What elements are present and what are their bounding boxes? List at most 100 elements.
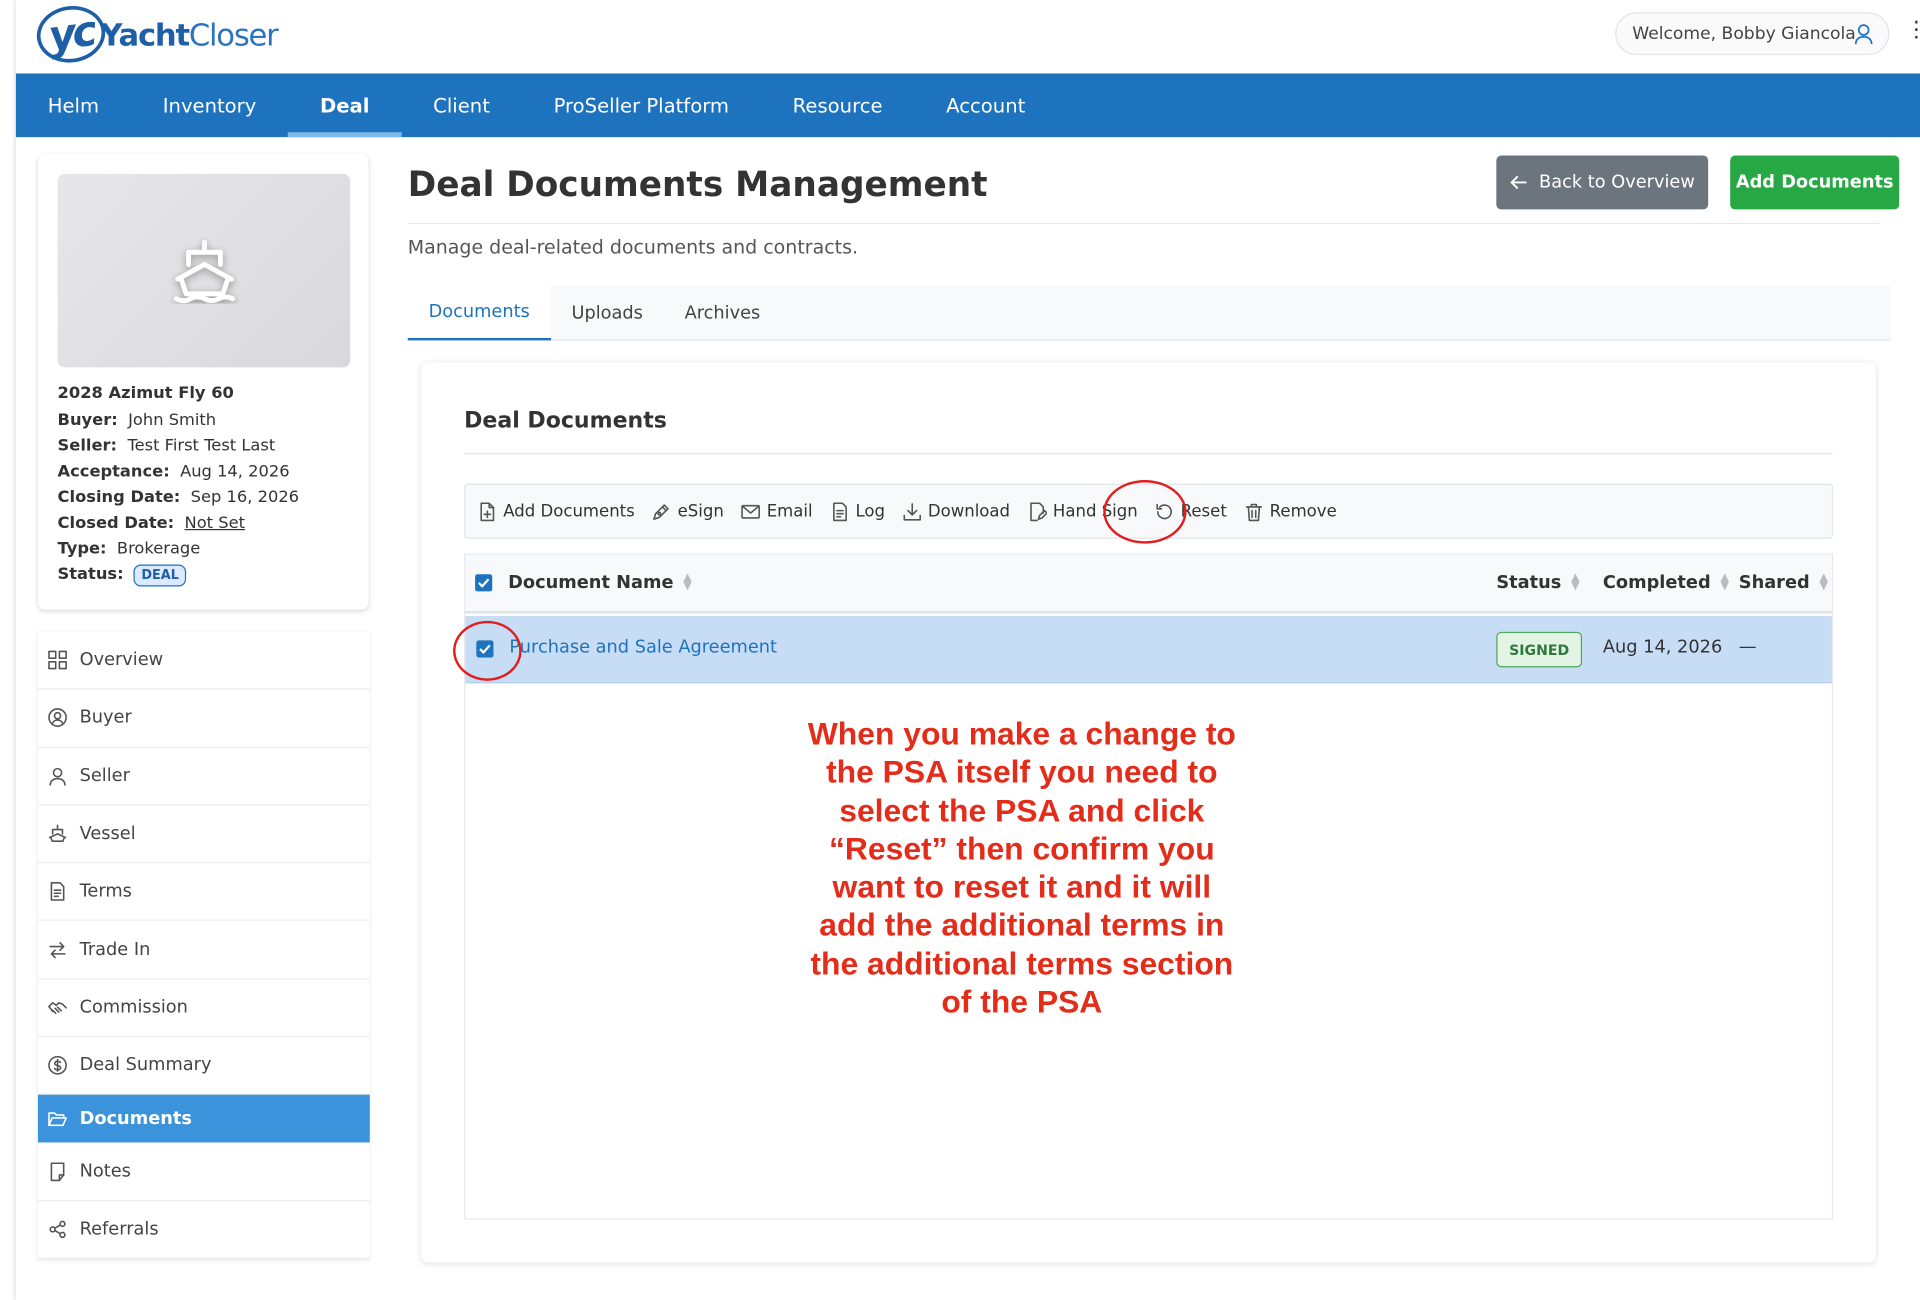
acceptance-detail: Acceptance: Aug 14, 2026 bbox=[57, 462, 290, 482]
table-header: Document Name ▲ ▼ Status ▲ ▼ Completed ▲ ▼ Sha… bbox=[465, 554, 1832, 614]
title-divider bbox=[407, 222, 1880, 225]
welcome-text: Welcome, Bobby Giancola bbox=[1632, 23, 1856, 44]
seller-detail: Seller: Test First Test Last bbox=[57, 437, 276, 456]
vessel-card: 2028 Azimut Fly 60 Buyer: John Smith Sel… bbox=[37, 154, 369, 610]
sidebar-item-vessel[interactable]: Vessel bbox=[37, 806, 370, 864]
document-link[interactable]: Purchase and Sale Agreement bbox=[509, 638, 777, 658]
yachtcloser-logo[interactable]: yc YachtCloser bbox=[33, 1, 279, 67]
checkbox-highlight-circle bbox=[453, 620, 522, 681]
toolbar-log-button[interactable]: Log bbox=[830, 501, 885, 521]
user-menu[interactable]: Welcome, Bobby Giancola bbox=[1615, 12, 1890, 56]
nav-item-deal[interactable]: Deal bbox=[288, 73, 402, 138]
column-document-name[interactable]: Document Name ▲ ▼ bbox=[508, 571, 692, 593]
main-nav: Helm Inventory Deal Client ProSeller Platfor… bbox=[15, 73, 1920, 138]
envelope-icon bbox=[741, 501, 767, 521]
shared-value: — bbox=[1738, 637, 1757, 658]
grid-icon bbox=[48, 650, 80, 670]
column-completed[interactable]: Completed ▲ ▼ bbox=[1603, 571, 1729, 593]
ship-icon bbox=[173, 240, 235, 304]
trash-icon bbox=[1244, 501, 1270, 521]
swap-icon bbox=[48, 940, 80, 960]
file-plus-icon bbox=[478, 501, 504, 521]
nav-item-inventory[interactable]: Inventory bbox=[131, 73, 288, 137]
share-icon bbox=[48, 1219, 80, 1239]
dollar-circle-icon bbox=[48, 1056, 80, 1076]
vessel-title: 2028 Azimut Fly 60 bbox=[57, 384, 234, 403]
folder-open-icon bbox=[48, 1109, 80, 1129]
toolbar-esign-button[interactable]: eSign bbox=[652, 501, 724, 521]
nav-item-helm[interactable]: Helm bbox=[16, 73, 131, 137]
sidebar-item-label: Deal Summary bbox=[79, 1055, 212, 1076]
annotation-line: want to reset it and it will bbox=[832, 868, 1212, 906]
sidebar-item-terms[interactable]: Terms bbox=[37, 863, 370, 922]
tab-documents[interactable]: Documents bbox=[407, 285, 551, 341]
toolbar-download-button[interactable]: Download bbox=[902, 501, 1010, 521]
download-icon bbox=[902, 501, 928, 521]
annotation-line: add the additional terms in bbox=[819, 906, 1225, 944]
nav-item-proseller-platform[interactable]: ProSeller Platform bbox=[522, 73, 761, 137]
column-shared[interactable]: Shared ▲ ▼ bbox=[1739, 571, 1828, 593]
sidebar-item-overview[interactable]: Overview bbox=[37, 632, 370, 690]
signature-icon bbox=[1027, 501, 1053, 521]
status-badge: DEAL bbox=[134, 564, 187, 587]
back-to-overview-button[interactable]: Back to Overview bbox=[1496, 155, 1709, 210]
pen-tool-icon bbox=[652, 501, 678, 521]
user-icon bbox=[48, 766, 80, 786]
logo-wordmark: YachtCloser bbox=[100, 16, 278, 53]
annotation-line: the additional terms section bbox=[810, 945, 1234, 982]
annotation-line: select the PSA and click bbox=[839, 791, 1205, 829]
closed-date-value[interactable]: Not Set bbox=[185, 514, 245, 532]
sidebar-item-label: Commission bbox=[79, 997, 188, 1018]
tab-uploads[interactable]: Uploads bbox=[551, 285, 664, 340]
sidebar-item-seller[interactable]: Seller bbox=[37, 748, 370, 806]
sort-icon: ▲ ▼ bbox=[683, 571, 692, 593]
sidebar-item-label: Buyer bbox=[79, 708, 132, 728]
closing-date-detail: Closing Date: Sep 16, 2026 bbox=[57, 488, 300, 507]
nav-item-resource[interactable]: Resource bbox=[761, 73, 915, 137]
document-icon bbox=[48, 882, 80, 902]
sidebar-item-referrals[interactable]: Referrals bbox=[37, 1201, 370, 1259]
sidebar-item-commission[interactable]: Commission bbox=[37, 979, 370, 1038]
vessel-details: 2028 Azimut Fly 60 Buyer: John Smith Sel… bbox=[57, 381, 300, 588]
sidebar-item-documents[interactable]: Documents bbox=[37, 1095, 370, 1143]
sidebar-item-deal-summary[interactable]: Deal Summary bbox=[37, 1037, 370, 1096]
sidebar-item-buyer[interactable]: Buyer bbox=[37, 690, 370, 748]
more-options-icon[interactable]: ⋮ bbox=[1905, 19, 1920, 42]
tab-archives[interactable]: Archives bbox=[664, 285, 781, 340]
nav-item-client[interactable]: Client bbox=[401, 73, 521, 137]
toolbar-remove-button[interactable]: Remove bbox=[1244, 501, 1337, 521]
select-all-checkbox[interactable] bbox=[475, 574, 493, 592]
app-frame: yc YachtCloser Welcome, Bobby Giancola ⋮… bbox=[15, 0, 1920, 1300]
sidebar-item-trade-in[interactable]: Trade In bbox=[37, 921, 370, 980]
annotation-line: “Reset” then confirm you bbox=[829, 830, 1215, 867]
closed-date-detail: Closed Date: Not Set bbox=[57, 514, 245, 533]
buyer-detail: Buyer: John Smith bbox=[57, 411, 217, 430]
deal-sidebar: Overview Buyer Seller Vessel Terms Trade In Co… bbox=[37, 631, 370, 1259]
status-detail: Status: DEAL bbox=[58, 562, 300, 588]
instruction-annotation: When you make a change to the PSA itself … bbox=[751, 715, 1293, 1022]
sidebar-item-label: Overview bbox=[79, 650, 164, 670]
handshake-icon bbox=[48, 998, 80, 1018]
note-icon bbox=[48, 1161, 80, 1181]
sidebar-item-notes[interactable]: Notes bbox=[37, 1143, 370, 1201]
top-bar: yc YachtCloser Welcome, Bobby Giancola ⋮ bbox=[15, 0, 1920, 74]
table-row[interactable]: Purchase and Sale Agreement SIGNED Aug 1… bbox=[465, 615, 1832, 684]
sort-icon: ▲ ▼ bbox=[1720, 571, 1729, 593]
add-documents-button[interactable]: Add Documents bbox=[1730, 155, 1900, 210]
toolbar-add-documents-button[interactable]: Add Documents bbox=[478, 501, 635, 521]
sidebar-item-label: Seller bbox=[79, 766, 130, 786]
nav-item-account[interactable]: Account bbox=[914, 73, 1057, 137]
sort-icon: ▲ ▼ bbox=[1819, 571, 1828, 593]
column-status[interactable]: Status ▲ ▼ bbox=[1496, 571, 1580, 593]
annotation-line: of the PSA bbox=[941, 983, 1103, 1021]
sidebar-item-label: Vessel bbox=[79, 824, 136, 844]
toolbar-email-button[interactable]: Email bbox=[741, 501, 813, 521]
sort-icon: ▲ ▼ bbox=[1571, 571, 1580, 593]
sidebar-item-label: Trade In bbox=[79, 939, 151, 960]
deal-documents-title: Deal Documents bbox=[464, 407, 667, 434]
user-circle-icon bbox=[48, 708, 80, 728]
section-divider bbox=[464, 453, 1834, 455]
status-badge: SIGNED bbox=[1496, 631, 1583, 668]
log-icon bbox=[830, 501, 856, 521]
user-icon bbox=[1854, 24, 1873, 45]
